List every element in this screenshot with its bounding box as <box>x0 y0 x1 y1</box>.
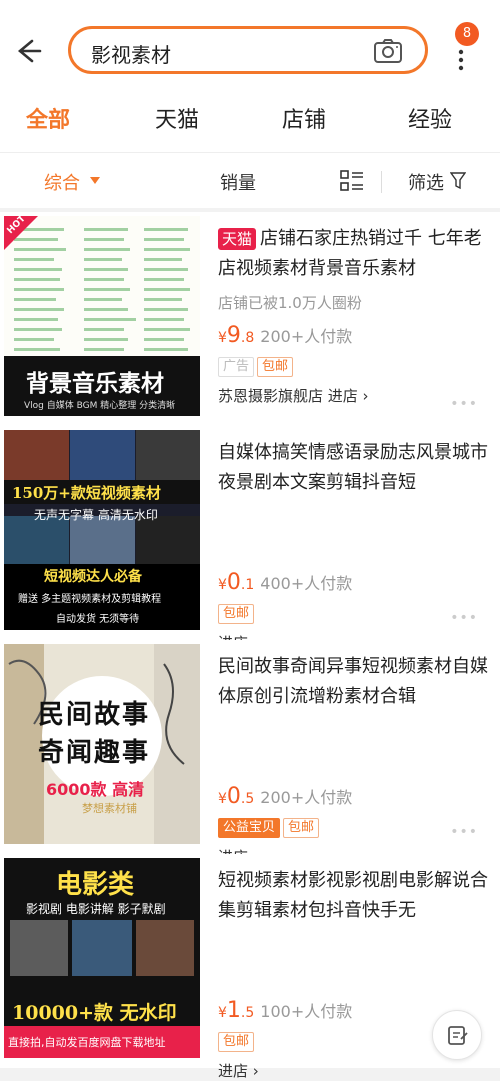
thumb-title-1: 民间故事 <box>38 700 151 730</box>
tags: 包邮 <box>218 602 488 624</box>
shop-link[interactable]: 苏恩摄影旗舰店 进店 › <box>218 385 488 406</box>
product-thumbnail[interactable]: 电影类 影视剧 电影讲解 影子默剧 10000+款 无水印 直接拍,自动发百度网… <box>4 858 200 1058</box>
free-shipping-tag: 包邮 <box>257 357 294 377</box>
price: 1 <box>226 998 241 1023</box>
search-bar[interactable]: 影视素材 <box>68 26 428 74</box>
currency-symbol: ¥ <box>218 330 227 346</box>
product-title[interactable]: 天猫 店铺石家庄热销过千 七年老店视频素材背景音乐素材 <box>218 224 488 284</box>
tab-shops[interactable]: 店铺 <box>282 102 326 134</box>
thumb-categories: 影视剧 电影讲解 影子默剧 <box>26 902 166 916</box>
shop-link[interactable]: 进店 › <box>218 1060 488 1081</box>
paid-count: 100+人付款 <box>260 1002 353 1021</box>
free-shipping-tag: 包邮 <box>218 1032 255 1052</box>
product-title[interactable]: 自媒体搞笑情感语录励志风景城市夜景剧本文案剪辑抖音短 <box>218 438 488 498</box>
price-row: ¥0.5 200+人付款 <box>218 784 353 809</box>
product-item[interactable]: 电影类 影视剧 电影讲解 影子默剧 10000+款 无水印 直接拍,自动发百度网… <box>0 854 500 1080</box>
tags: 公益宝贝 包邮 <box>218 816 488 838</box>
thumb-slogan: 短视频达人必备 <box>44 569 142 585</box>
search-input[interactable]: 影视素材 <box>91 39 171 68</box>
camera-icon[interactable] <box>373 38 403 64</box>
thumb-title-2: 奇闻趣事 <box>38 738 151 768</box>
thumb-count: 10000+款 无水印 <box>12 1002 177 1024</box>
charity-tag: 公益宝贝 <box>218 818 281 838</box>
thumb-delivery-text: 自动发货 无须等待 <box>56 614 140 625</box>
feedback-button[interactable] <box>432 1010 482 1060</box>
sort-sales[interactable]: 销量 <box>220 169 256 195</box>
product-info: 民间故事奇闻异事短视频素材自媒体原创引流增粉素材合辑 ¥0.5 200+人付款 公… <box>218 652 488 867</box>
more-dots-icon[interactable]: ••• <box>450 396 478 412</box>
sort-filter-bar: 综合 销量 筛选 <box>0 152 500 208</box>
list-view-icon[interactable] <box>340 169 364 193</box>
more-dots-icon[interactable]: ••• <box>450 824 478 840</box>
sort-comprehensive[interactable]: 综合 <box>44 169 80 195</box>
thumb-delivery-text: 直接拍,自动发百度网盘下载地址 <box>8 1036 166 1049</box>
ad-tag: 广告 <box>218 357 255 377</box>
shop-followers: 店铺已被1.0万人圈粉 <box>218 294 362 312</box>
price-row: ¥9.8 200+人付款 <box>218 323 353 348</box>
notification-badge: 8 <box>455 22 479 46</box>
currency-symbol: ¥ <box>218 1005 227 1021</box>
currency-symbol: ¥ <box>218 577 227 593</box>
price: 9 <box>226 323 241 348</box>
product-item[interactable]: 150万+款短视频素材 无声无字幕 高清无水印 短视频达人必备 赠送 多主题视频… <box>0 426 500 652</box>
thumb-caption: 背景音乐素材 <box>26 370 164 397</box>
category-tabs: 全部 天猫 店铺 经验 <box>0 94 500 142</box>
back-arrow-icon[interactable] <box>10 34 44 68</box>
product-title[interactable]: 短视频素材影视影视剧电影解说合集剪辑素材包抖音快手无 <box>218 866 488 926</box>
free-shipping-tag: 包邮 <box>218 604 255 624</box>
price-row: ¥0.1 400+人付款 <box>218 570 353 595</box>
tab-experience[interactable]: 经验 <box>408 102 452 134</box>
price: 0 <box>226 784 241 809</box>
paid-count: 400+人付款 <box>260 574 353 593</box>
tags: 广告 包邮 <box>218 355 488 377</box>
product-title[interactable]: 民间故事奇闻异事短视频素材自媒体原创引流增粉素材合辑 <box>218 652 488 712</box>
product-thumbnail[interactable]: HOT 背景音乐素材 Vlog 自媒体 BGM 精心整理 分类清晰 <box>4 216 200 416</box>
tmall-badge: 天猫 <box>218 228 257 250</box>
thumb-headline: 150万+款短视频素材 <box>12 484 161 502</box>
funnel-icon <box>450 172 466 190</box>
price: 0 <box>226 570 241 595</box>
tab-tmall[interactable]: 天猫 <box>155 102 199 134</box>
thumb-brand: 梦想素材铺 <box>82 802 137 815</box>
edit-note-icon <box>448 1026 468 1045</box>
thumb-title: 电影类 <box>56 870 135 900</box>
paid-count: 200+人付款 <box>260 327 353 346</box>
tab-all[interactable]: 全部 <box>26 102 70 134</box>
product-thumbnail[interactable]: 民间故事 奇闻趣事 6000款 高清 梦想素材铺 <box>4 644 200 844</box>
thumb-subcaption: Vlog 自媒体 BGM 精心整理 分类清晰 <box>24 401 176 411</box>
top-bar: 影视素材 8 全部 天猫 店铺 经验 <box>0 0 500 152</box>
free-shipping-tag: 包邮 <box>283 818 320 838</box>
caret-down-icon <box>90 177 100 184</box>
product-item[interactable]: HOT 背景音乐素材 Vlog 自媒体 BGM 精心整理 分类清晰 天猫 店铺石家… <box>0 212 500 426</box>
paid-count: 200+人付款 <box>260 788 353 807</box>
product-info: 自媒体搞笑情感语录励志风景城市夜景剧本文案剪辑抖音短 ¥0.1 400+人付款 包… <box>218 438 488 653</box>
currency-symbol: ¥ <box>218 791 227 807</box>
thumb-gift-text: 赠送 多主题视频素材及剪辑教程 <box>18 594 162 605</box>
thumb-subline: 无声无字幕 高清无水印 <box>34 508 158 522</box>
product-info: 天猫 店铺石家庄热销过千 七年老店视频素材背景音乐素材 店铺已被1.0万人圈粉 ¥… <box>218 224 488 406</box>
product-thumbnail[interactable]: 150万+款短视频素材 无声无字幕 高清无水印 短视频达人必备 赠送 多主题视频… <box>4 430 200 630</box>
more-dots-icon[interactable]: ••• <box>450 610 478 626</box>
thumb-count: 6000款 高清 <box>46 780 145 799</box>
filter-button[interactable]: 筛选 <box>408 169 444 195</box>
divider <box>381 171 382 193</box>
product-item[interactable]: 民间故事 奇闻趣事 6000款 高清 梦想素材铺 民间故事奇闻异事短视频素材自媒… <box>0 640 500 866</box>
